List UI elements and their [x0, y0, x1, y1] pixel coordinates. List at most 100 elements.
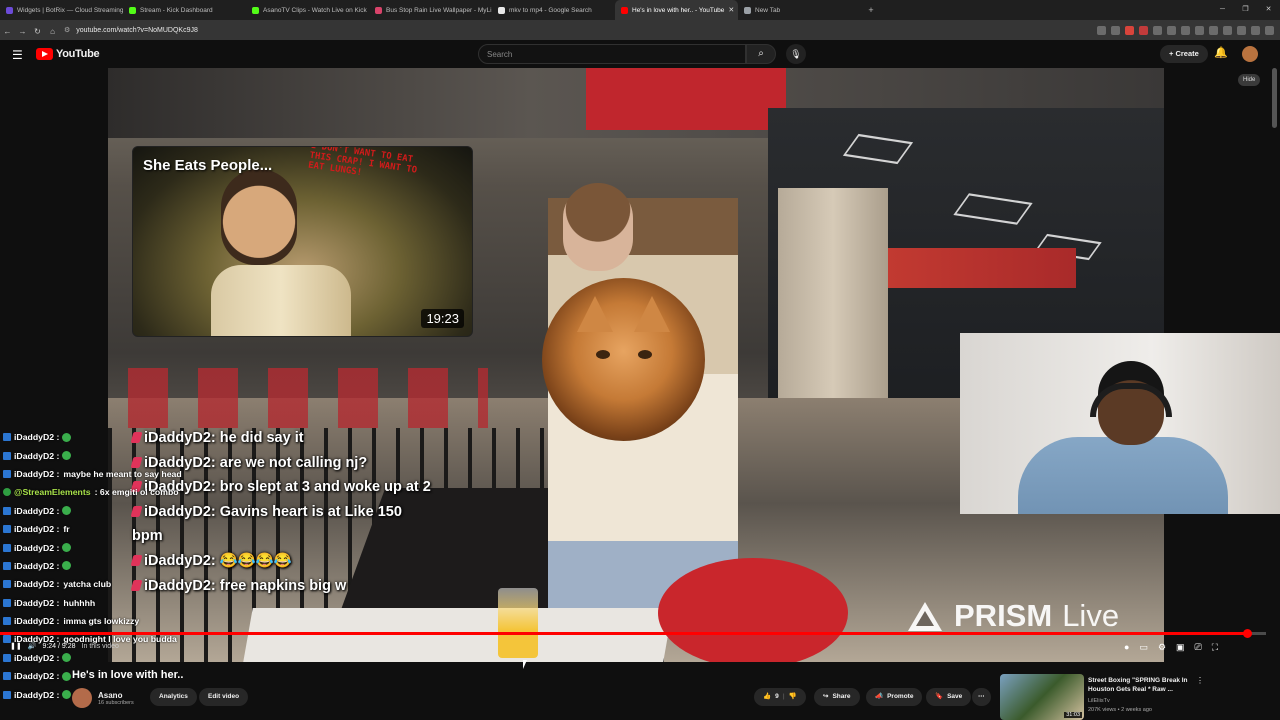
chat-badge-icon: [3, 506, 11, 515]
browser-tab[interactable]: Stream - Kick Dashboard: [123, 0, 246, 20]
chat-emote-icon: [62, 543, 72, 553]
edit-video-label: Edit video: [208, 693, 240, 700]
side-chat-line: iDaddyD2 : fr: [0, 520, 240, 538]
maximize-icon[interactable]: ❐: [1234, 0, 1257, 20]
video-scene-red-wall: [586, 68, 786, 130]
extension-icon[interactable]: [1153, 25, 1162, 35]
browser-menu-icon[interactable]: [1265, 25, 1274, 35]
overlay-chat-text: are we not calling nj?: [219, 454, 368, 471]
notifications-bell-icon[interactable]: 🔔: [1214, 46, 1228, 59]
browser-tab[interactable]: He's in love with her.. - YouTube ✕: [615, 0, 738, 20]
time-display: 9:24 / 9:28: [42, 642, 76, 650]
chapter-label[interactable]: In this video: [82, 643, 119, 650]
video-scene-cup: [498, 588, 538, 658]
cast-icon[interactable]: ⎚: [1195, 642, 1202, 653]
thumbs-down-icon[interactable]: 👎: [789, 688, 797, 706]
new-tab-button[interactable]: +: [864, 5, 878, 15]
hamburger-menu-icon[interactable]: ☰: [12, 48, 23, 62]
edit-video-button[interactable]: Edit video: [199, 688, 249, 706]
like-button[interactable]: 👍 9 | 👎: [754, 688, 806, 706]
close-window-icon[interactable]: ✕: [1257, 0, 1280, 20]
channel-info: Asano 16 subscribers: [72, 688, 134, 708]
browser-tab-bar: Widgets | BotRix — Cloud Streaming Stream…: [0, 0, 1280, 20]
video-scene-table: [243, 608, 673, 662]
search-input[interactable]: Search: [478, 44, 746, 64]
browser-tab[interactable]: Bus Stop Rain Live Wallpaper - MyLi...: [369, 0, 492, 20]
extension-icon[interactable]: [1125, 25, 1134, 35]
url-field[interactable]: ⚙ youtube.com/watch?v=NoMUDQKc9J8: [64, 26, 198, 35]
recommended-channel[interactable]: LilEliisTv: [1088, 698, 1110, 704]
extension-icon[interactable]: [1139, 25, 1148, 35]
youtube-logo[interactable]: YouTube: [36, 48, 100, 60]
channel-avatar[interactable]: [72, 688, 92, 708]
account-avatar[interactable]: [1242, 46, 1258, 62]
promote-button[interactable]: 📣 Promote: [866, 688, 923, 706]
search-button[interactable]: ⌕: [746, 44, 776, 64]
url-text[interactable]: youtube.com/watch?v=NoMUDQKc9J8: [76, 27, 198, 34]
progress-knob[interactable]: [1243, 629, 1252, 638]
tab-favicon-icon: [129, 6, 136, 14]
tab-favicon-icon: [744, 6, 751, 14]
tab-close-icon[interactable]: ✕: [724, 6, 734, 14]
progress-bar[interactable]: [0, 629, 1266, 638]
extension-icon[interactable]: [1181, 25, 1190, 35]
miniplayer-icon[interactable]: ▣: [1176, 642, 1185, 653]
recommended-title[interactable]: Street Boxing "SPRING Break In Houston G…: [1088, 676, 1192, 694]
recommended-video[interactable]: 31:03 Street Boxing "SPRING Break In Hou…: [1000, 674, 1204, 720]
extension-icon[interactable]: [1223, 25, 1232, 35]
page-scrollbar[interactable]: [1272, 68, 1277, 128]
side-chat-line: @StreamElements: 6x emgiti ol combo: [0, 483, 240, 501]
save-button[interactable]: 🔖 Save: [926, 688, 972, 706]
browser-tab[interactable]: Widgets | BotRix — Cloud Streaming: [0, 0, 123, 20]
analytics-label: Analytics: [159, 693, 188, 700]
address-bar: ← → ↻ ⌂ ⚙ youtube.com/watch?v=NoMUDQKc9J8: [0, 20, 1280, 40]
extension-icon[interactable]: [1111, 25, 1120, 35]
side-chat-line: iDaddyD2 :: [0, 649, 240, 667]
side-chat-line: iDaddyD2 : imma gts lowkizzy: [0, 612, 240, 630]
extension-icon[interactable]: [1237, 25, 1246, 35]
extension-icon[interactable]: [1195, 25, 1204, 35]
forward-icon[interactable]: →: [15, 27, 30, 36]
side-chat-user: iDaddyD2 :: [14, 560, 60, 571]
browser-tab[interactable]: AsanoTV Clips - Watch Live on Kick: [246, 0, 369, 20]
cat-avatar-overlay: [542, 278, 705, 441]
more-actions-button[interactable]: ⋯: [972, 688, 991, 706]
reload-icon[interactable]: ↻: [30, 27, 45, 36]
voice-search-icon[interactable]: 🎙: [786, 44, 806, 64]
volume-icon[interactable]: 🔊: [28, 642, 37, 650]
extension-icon[interactable]: [1097, 25, 1106, 35]
channel-name[interactable]: Asano: [98, 691, 134, 700]
create-button[interactable]: + Create: [1160, 45, 1208, 63]
settings-gear-icon[interactable]: ⚙: [1158, 642, 1166, 653]
back-icon[interactable]: ←: [0, 27, 15, 36]
pause-icon[interactable]: ❚❚: [10, 642, 22, 650]
site-info-icon[interactable]: ⚙: [64, 26, 70, 34]
more-options-icon[interactable]: ⋮: [1196, 676, 1204, 685]
search-icon: ⌕: [758, 48, 764, 59]
extension-icon[interactable]: [1209, 25, 1218, 35]
hide-button[interactable]: Hide: [1238, 74, 1261, 86]
analytics-button[interactable]: Analytics: [150, 688, 197, 706]
extension-icon[interactable]: [1167, 25, 1176, 35]
side-chat-user: iDaddyD2 :: [14, 450, 60, 461]
tab-title: AsanoTV Clips - Watch Live on Kick: [263, 6, 367, 14]
chat-badge-icon: [3, 690, 11, 699]
chat-emote-icon: [62, 671, 72, 681]
nav-buttons: ← → ↻ ⌂: [0, 21, 60, 39]
home-icon[interactable]: ⌂: [45, 27, 60, 36]
subtitles-icon[interactable]: ▭: [1139, 642, 1148, 653]
video-scene-head: [563, 183, 633, 271]
share-button[interactable]: ↪ Share: [814, 688, 860, 706]
side-chat-line: iDaddyD2 :: [0, 557, 240, 575]
chat-emote-icon: [62, 432, 72, 442]
recommended-thumbnail[interactable]: 31:03: [1000, 674, 1084, 720]
browser-tab[interactable]: mkv to mp4 - Google Search: [492, 0, 615, 20]
tab-title: mkv to mp4 - Google Search: [509, 6, 592, 14]
fullscreen-icon[interactable]: ⛶: [1212, 642, 1218, 653]
browser-tab[interactable]: New Tab: [738, 0, 858, 20]
window-controls: ─ ❐ ✕: [1211, 0, 1280, 20]
subscriber-count: 16 subscribers: [98, 699, 134, 706]
minimize-icon[interactable]: ─: [1211, 0, 1234, 20]
autoplay-icon[interactable]: ●: [1124, 642, 1129, 653]
extension-icon[interactable]: [1251, 25, 1260, 35]
